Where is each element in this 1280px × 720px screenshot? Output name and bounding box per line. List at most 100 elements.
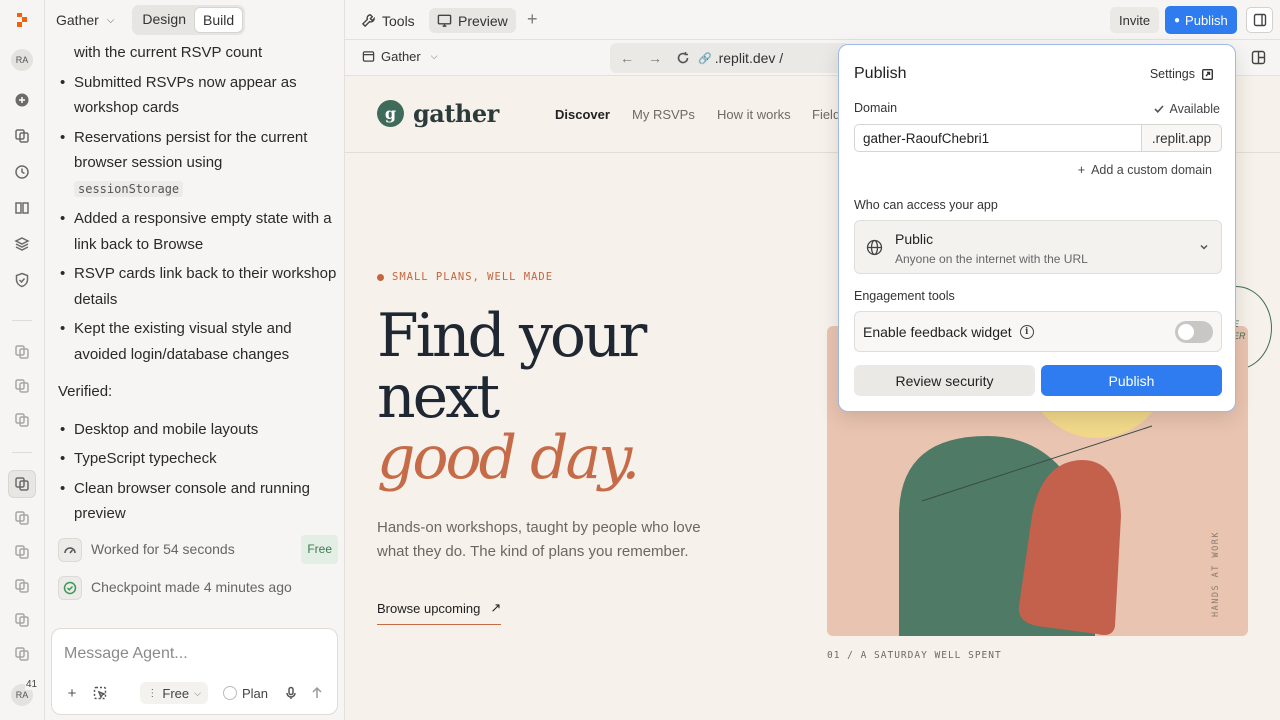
layers-icon[interactable] — [8, 230, 36, 258]
app-name: Gather — [381, 49, 421, 64]
avatar: RA — [11, 49, 33, 71]
project-name[interactable]: Gather — [56, 12, 99, 28]
chat-messages: with the current RSVP count Submitted RS… — [58, 40, 338, 620]
list-item-text: TypeScript typecheck — [74, 450, 217, 467]
nav-my-rsvps[interactable]: My RSVPs — [632, 107, 695, 122]
copy-icon[interactable] — [8, 640, 36, 668]
url-text-wrap: 🔗 .replit.dev / — [698, 50, 783, 66]
publish-top-label: Publish — [1185, 12, 1228, 28]
feedback-widget-row: Enable feedback widget i — [854, 311, 1222, 352]
feedback-label-wrap: Enable feedback widget i — [863, 324, 1034, 340]
rail-divider — [12, 452, 32, 453]
check-icon — [1154, 105, 1165, 113]
site-logo[interactable]: g gather — [377, 99, 499, 128]
select-element-icon[interactable] — [90, 683, 110, 703]
invite-button[interactable]: Invite — [1110, 7, 1160, 33]
publish-top-button[interactable]: ● Publish — [1165, 6, 1237, 34]
back-arrow-icon[interactable]: ← — [620, 50, 634, 66]
rail-divider — [12, 320, 32, 321]
design-mode-button[interactable]: Design — [134, 7, 194, 33]
review-security-button[interactable]: Review security — [854, 365, 1035, 396]
code-snippet: sessionStorage — [74, 180, 184, 197]
browse-upcoming-link[interactable]: Browse upcoming ↗ — [377, 600, 502, 625]
list-item: Submitted RSVPs now appear as workshop c… — [58, 70, 338, 121]
free-model-select[interactable]: ⋮ Free ⌵ — [140, 682, 208, 704]
refresh-icon[interactable] — [676, 51, 690, 65]
send-arrow-icon[interactable] — [307, 683, 327, 703]
url-bar[interactable]: ← → 🔗 .replit.dev / — [610, 43, 850, 73]
custom-domain-label: Add a custom domain — [1091, 163, 1212, 177]
list-item: Added a responsive empty state with a li… — [58, 206, 338, 257]
add-tab-icon[interactable]: + — [527, 9, 538, 30]
link-icon: 🔗 — [698, 52, 712, 65]
app-selector[interactable]: Gather ⌵ — [362, 49, 438, 64]
forward-arrow-icon[interactable]: → — [648, 50, 662, 66]
list-item-text: Kept the existing visual style and avoid… — [74, 320, 292, 363]
domain-field: gather-RaoufChebri1 .replit.app — [854, 124, 1222, 152]
build-mode-button[interactable]: Build — [194, 7, 244, 33]
available-text: Available — [1169, 102, 1220, 116]
domain-availability: Available — [1154, 102, 1220, 116]
microphone-icon[interactable] — [281, 683, 301, 703]
free-badge: Free — [301, 534, 338, 565]
domain-label: Domain — [854, 101, 898, 115]
copy-icon[interactable] — [8, 606, 36, 634]
settings-label: Settings — [1149, 67, 1195, 81]
external-link-icon — [1202, 68, 1213, 80]
worked-status: Worked for 54 seconds Free — [58, 531, 338, 569]
checkpoint-status[interactable]: Checkpoint made 4 minutes ago — [58, 569, 338, 607]
files-icon[interactable] — [8, 122, 36, 150]
sparkle-icon: ⋮ — [147, 687, 158, 699]
info-icon[interactable]: i — [1019, 325, 1034, 339]
settings-link[interactable]: Settings — [1150, 67, 1213, 81]
plan-toggle[interactable]: Plan — [215, 682, 275, 704]
nav-discover[interactable]: Discover — [555, 107, 610, 122]
history-icon[interactable] — [8, 158, 36, 186]
attach-plus-icon[interactable]: + — [62, 683, 82, 703]
copy-icon[interactable] — [8, 338, 36, 366]
feedback-toggle[interactable] — [1175, 321, 1213, 343]
access-label: Who can access your app — [854, 198, 998, 212]
speedometer-icon — [58, 537, 82, 562]
list-item: RSVP cards link back to their workshop d… — [58, 261, 338, 312]
list-item-text: Submitted RSVPs now appear as workshop c… — [74, 73, 297, 117]
docs-icon[interactable] — [8, 194, 36, 222]
nav-field[interactable]: Field — [812, 107, 840, 122]
wrench-icon — [361, 14, 375, 28]
tab-preview[interactable]: Preview — [429, 8, 516, 33]
copy-icon[interactable] — [8, 372, 36, 400]
list-item-text: Clean browser console and running previe… — [74, 479, 310, 523]
message-input[interactable]: Message Agent... — [64, 645, 188, 663]
domain-input[interactable]: gather-RaoufChebri1 — [854, 124, 1142, 152]
copy-icon[interactable] — [8, 572, 36, 600]
copy-icon[interactable] — [8, 538, 36, 566]
list-item: TypeScript typecheck — [58, 446, 338, 472]
logo-mark: g — [377, 100, 404, 127]
add-custom-domain-button[interactable]: + Add a custom domain — [1078, 163, 1212, 177]
copy-icon[interactable] — [8, 504, 36, 532]
popover-title: Publish — [854, 65, 907, 82]
workspace-topbar: Tools Preview + Invite ● Publish — [345, 0, 1280, 40]
list-item: Reservations persist for the current bro… — [58, 125, 338, 203]
nav-how-it-works[interactable]: How it works — [717, 107, 791, 122]
panel-layout-icon[interactable] — [1246, 7, 1273, 33]
engagement-label: Engagement tools — [854, 289, 955, 303]
add-icon[interactable] — [8, 86, 36, 114]
eyebrow-text: SMALL PLANS, WELL MADE — [392, 271, 554, 283]
arrow-up-right-icon: ↗ — [490, 600, 502, 615]
hero-lede: Hands-on workshops, taught by people who… — [377, 519, 701, 560]
replit-logo-icon[interactable] — [8, 6, 36, 34]
chevron-down-icon[interactable]: ⌵ — [107, 15, 115, 26]
security-icon[interactable] — [8, 266, 36, 294]
list-item-text: RSVP cards link back to their workshop d… — [74, 265, 337, 308]
list-item-text: Reservations persist for the current bro… — [74, 128, 308, 172]
copy-icon[interactable] — [8, 470, 36, 498]
copy-icon[interactable] — [8, 406, 36, 434]
access-select[interactable]: Public Anyone on the internet with the U… — [854, 220, 1222, 274]
tab-tools[interactable]: Tools — [353, 8, 423, 33]
user-avatar[interactable]: RA — [8, 46, 36, 74]
devtools-icon[interactable] — [1251, 50, 1266, 68]
domain-suffix: .replit.app — [1142, 124, 1222, 152]
checkmark-circle-icon — [58, 575, 82, 600]
publish-button[interactable]: Publish — [1041, 365, 1222, 396]
